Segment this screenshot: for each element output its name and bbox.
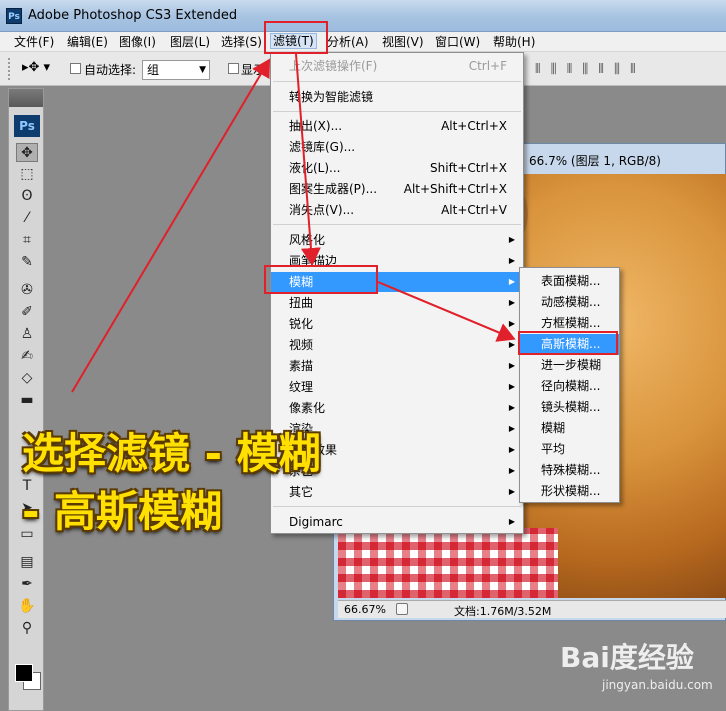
watermark-url: jingyan.baidu.com	[602, 678, 713, 692]
arrow-to-blur	[295, 53, 321, 266]
arrow-to-gaussian-blur	[377, 281, 516, 342]
watermark-logo: Bai度经验	[560, 641, 694, 674]
arrow-to-filter-menu	[71, 58, 271, 393]
annotation-arrows	[71, 53, 516, 393]
annotation-caption-line2: - 高斯模糊	[22, 487, 223, 536]
annotation-caption-line1: 选择滤镜 - 模糊	[22, 429, 321, 478]
